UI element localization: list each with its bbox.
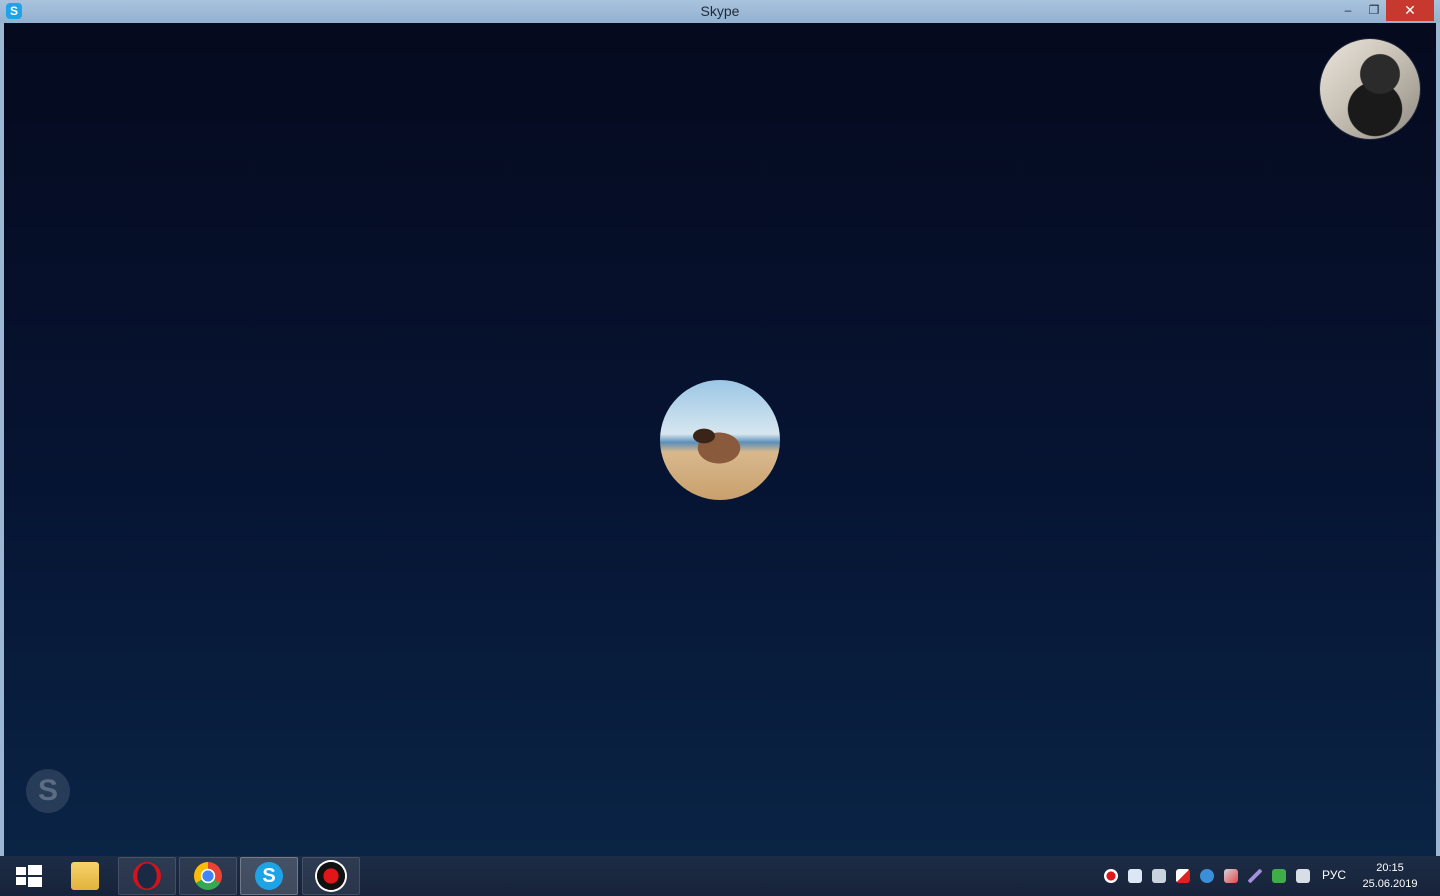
- windows-logo-pane: [28, 877, 42, 887]
- self-preview-avatar[interactable]: [1320, 39, 1420, 139]
- minimize-button[interactable]: –: [1336, 0, 1360, 21]
- title-bar[interactable]: S Skype – ❐ ✕: [0, 0, 1440, 23]
- network-tray-icon[interactable]: [1152, 869, 1166, 883]
- input-language-indicator[interactable]: РУС: [1322, 868, 1346, 882]
- contact-photo: [686, 424, 746, 464]
- taskbar-opera[interactable]: [118, 857, 176, 895]
- taskbar: S РУС 20:15 25.06.2019: [0, 856, 1440, 896]
- taskbar-file-explorer[interactable]: [56, 857, 114, 895]
- globe-tray-icon[interactable]: [1200, 869, 1214, 883]
- clock-time: 20:15: [1376, 862, 1404, 874]
- skype-window: S Skype – ❐ ✕ S: [0, 0, 1440, 856]
- record-icon: [317, 862, 345, 890]
- chat-tray-icon[interactable]: [1128, 869, 1142, 883]
- skype-logo-icon: S: [26, 769, 70, 813]
- windows-logo-pane: [16, 877, 26, 885]
- shield-tray-icon[interactable]: [1272, 869, 1286, 883]
- sync-tray-icon[interactable]: [1224, 869, 1238, 883]
- window-title: Skype: [700, 3, 740, 19]
- restore-button[interactable]: ❐: [1362, 0, 1386, 21]
- start-button[interactable]: [4, 860, 52, 892]
- skype-icon: S: [255, 862, 283, 890]
- close-button[interactable]: ✕: [1386, 0, 1434, 21]
- record-tray-icon[interactable]: [1104, 869, 1118, 883]
- contact-avatar: [660, 380, 780, 500]
- opera-icon: [133, 862, 161, 890]
- pen-tray-icon[interactable]: [1248, 869, 1262, 883]
- chrome-icon: [194, 862, 222, 890]
- folder-icon: [71, 862, 99, 890]
- volume-tray-icon[interactable]: [1296, 869, 1310, 883]
- taskbar-recorder[interactable]: [302, 857, 360, 895]
- taskbar-clock[interactable]: 20:15 25.06.2019: [1358, 860, 1422, 892]
- windows-logo-pane: [28, 865, 42, 875]
- flag-tray-icon[interactable]: [1176, 869, 1190, 883]
- taskbar-skype[interactable]: S: [240, 857, 298, 895]
- clock-date: 25.06.2019: [1362, 878, 1418, 890]
- windows-logo-icon: [16, 867, 26, 875]
- taskbar-chrome[interactable]: [179, 857, 237, 895]
- call-stage: S: [4, 23, 1436, 856]
